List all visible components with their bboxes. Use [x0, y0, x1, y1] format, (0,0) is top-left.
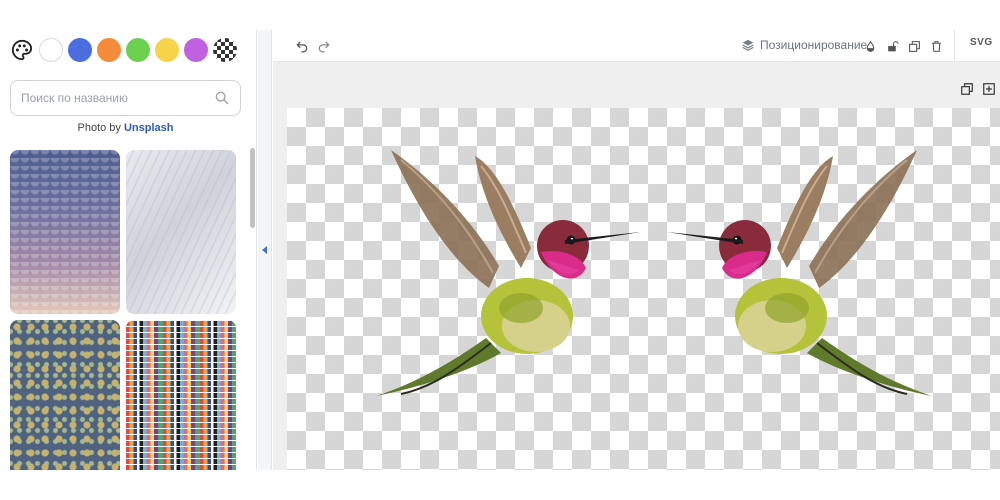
photo-credit: Photo by Unsplash — [0, 122, 251, 134]
background-thumbnail[interactable] — [10, 150, 120, 314]
credit-prefix: Photo by — [77, 122, 121, 134]
swatch-green[interactable] — [126, 38, 150, 62]
layers-icon — [742, 39, 754, 51]
positioning-button[interactable]: Позиционирование — [741, 38, 867, 52]
swatch-purple[interactable] — [184, 38, 208, 62]
unsplash-link[interactable]: Unsplash — [124, 122, 174, 134]
unlock-icon[interactable] — [883, 37, 901, 55]
hummingbird-image-mirrored[interactable] — [667, 148, 937, 398]
background-thumbnail[interactable] — [126, 150, 236, 314]
panel-scrollbar[interactable] — [250, 148, 255, 228]
design-canvas[interactable] — [287, 108, 1000, 470]
hummingbird-image[interactable] — [371, 148, 641, 398]
search-box[interactable] — [10, 80, 241, 116]
undo-icon[interactable] — [293, 37, 311, 55]
swatch-white[interactable] — [39, 38, 63, 62]
add-icon[interactable] — [982, 82, 996, 96]
svg-export-button[interactable]: SVG — [970, 37, 993, 48]
swatch-blue[interactable] — [68, 38, 92, 62]
positioning-label: Позиционирование — [760, 38, 868, 52]
search-icon[interactable] — [214, 90, 230, 106]
checker-icon[interactable] — [213, 38, 237, 62]
top-toolbar: Позиционирование SVG — [273, 30, 1000, 62]
swatch-yellow[interactable] — [155, 38, 179, 62]
background-thumbnail[interactable] — [10, 320, 120, 470]
search-input[interactable] — [21, 91, 214, 105]
redo-icon[interactable] — [315, 37, 333, 55]
workspace — [273, 62, 1000, 470]
duplicate-icon[interactable] — [905, 37, 923, 55]
opacity-icon[interactable] — [861, 37, 879, 55]
backgrounds-panel: Photo by Unsplash — [0, 30, 257, 470]
color-swatches — [10, 38, 237, 62]
palette-icon[interactable] — [10, 38, 34, 62]
copy-icon[interactable] — [960, 82, 974, 96]
background-thumbnail[interactable] — [126, 320, 236, 470]
swatch-orange[interactable] — [97, 38, 121, 62]
trash-icon[interactable] — [927, 37, 945, 55]
workspace-tools — [960, 82, 996, 96]
editor-app: Photo by Unsplash Позиционирование — [0, 0, 1000, 500]
chevron-left-icon — [262, 246, 267, 254]
toolbar-divider — [954, 30, 955, 62]
collapse-panel-handle[interactable] — [258, 30, 272, 470]
background-grid — [10, 150, 238, 470]
